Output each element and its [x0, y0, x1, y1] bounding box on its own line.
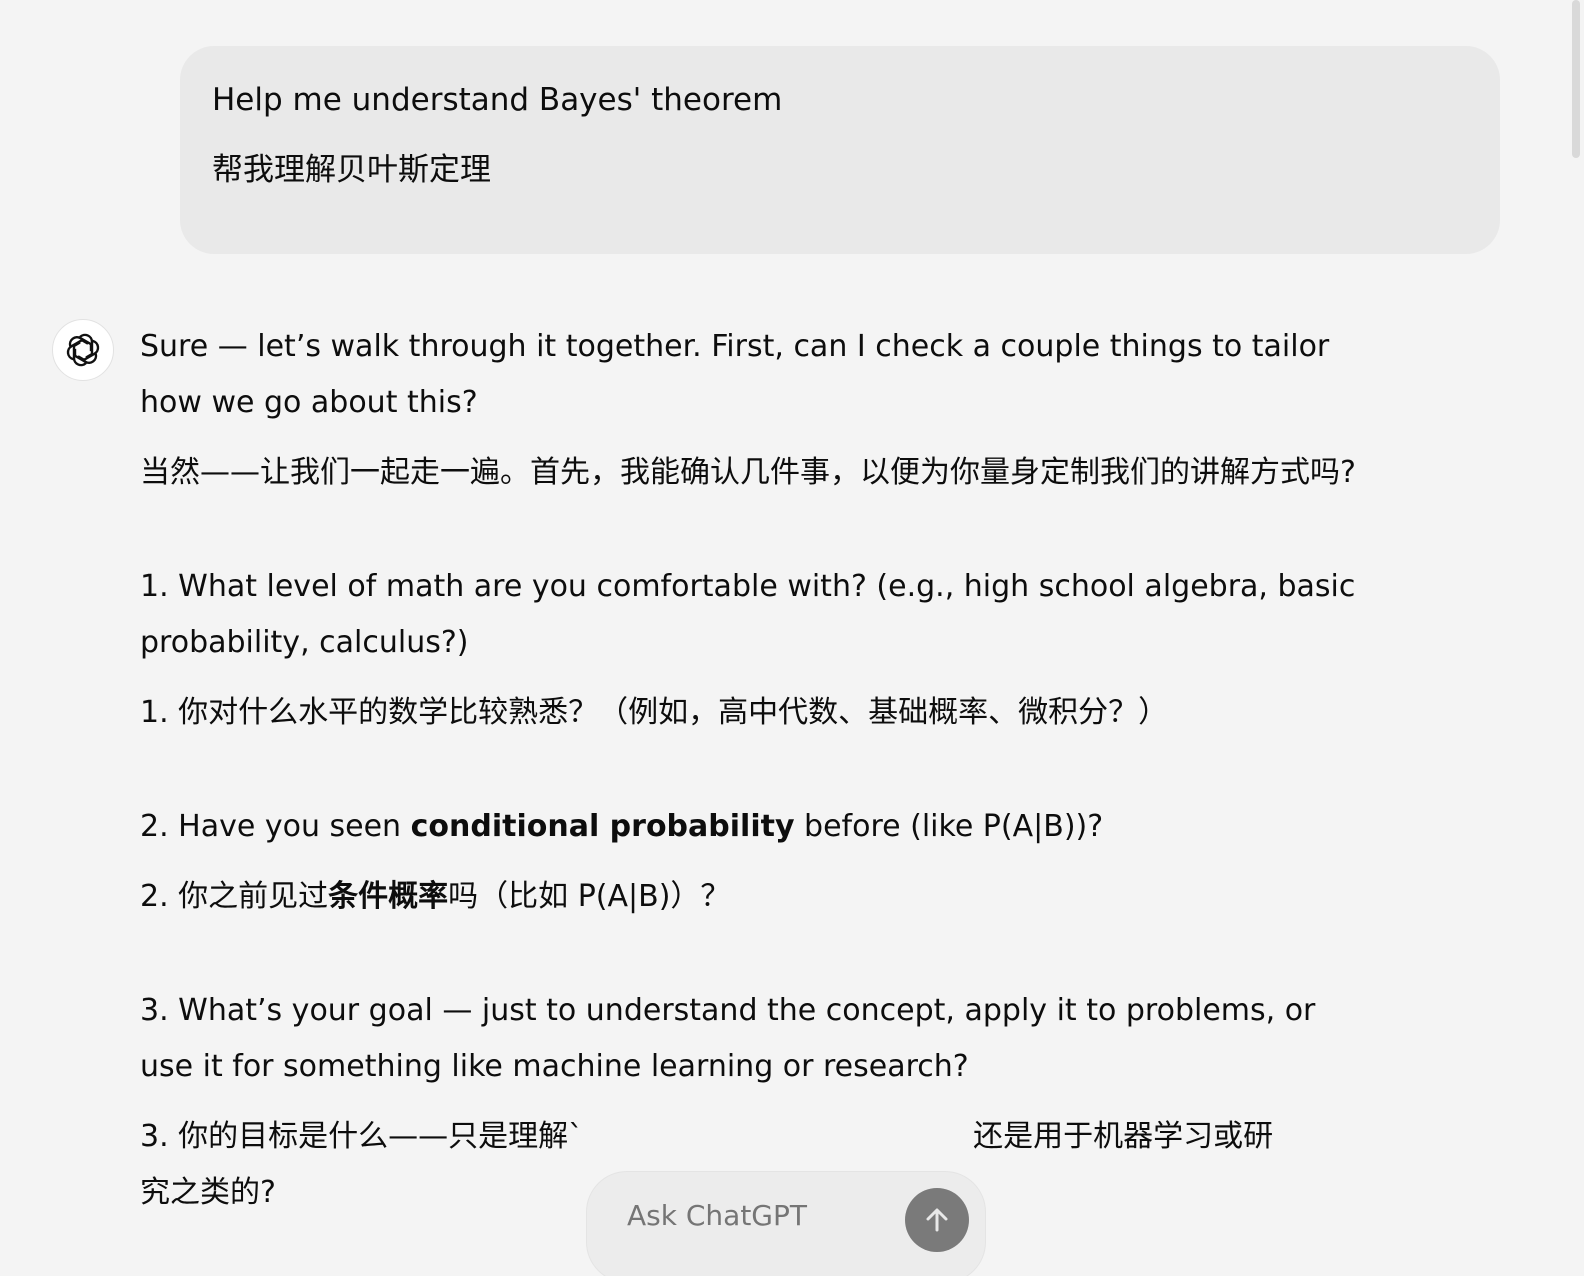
arrow-up-icon — [926, 1208, 948, 1232]
question-3-english: 3. What’s your goal — just to understand… — [140, 993, 1316, 1084]
composer — [587, 1172, 985, 1276]
q2-en-prefix: 2. Have you seen — [140, 809, 411, 844]
prompt-input[interactable] — [627, 1199, 897, 1232]
user-message-chinese: 帮我理解贝叶斯定理 — [212, 152, 491, 188]
intro-chinese: 当然——让我们一起走一遍。首先，我能确认几件事，以便为你量身定制我们的讲解方式吗… — [140, 455, 1356, 490]
q2-zh-bold: 条件概率 — [328, 879, 449, 914]
chat-page: Help me understand Bayes' theorem 帮我理解贝叶… — [0, 0, 1584, 1276]
question-2-english: 2. Have you seen conditional probability… — [140, 799, 1370, 855]
openai-logo-icon — [66, 333, 100, 367]
send-button[interactable] — [905, 1188, 969, 1252]
q2-en-suffix: before (like P(A|B))? — [794, 809, 1104, 844]
assistant-message: Sure — let’s walk through it together. F… — [140, 319, 1370, 1221]
q2-en-bold: conditional probability — [410, 809, 795, 844]
question-1-chinese: 1. 你对什么水平的数学比较熟悉？（例如，高中代数、基础概率、微积分？） — [140, 695, 1169, 730]
q3-zh-line2: 究之类的? — [140, 1175, 276, 1210]
scrollbar-thumb[interactable] — [1572, 0, 1580, 158]
scrollbar[interactable] — [1566, 0, 1584, 1276]
user-message-bubble: Help me understand Bayes' theorem 帮我理解贝叶… — [180, 46, 1500, 254]
q2-zh-suffix: 吗（比如 P(A|B)）？ — [448, 879, 731, 914]
assistant-avatar — [52, 319, 114, 381]
question-2-chinese: 2. 你之前见过条件概率吗（比如 P(A|B)）？ — [140, 869, 1370, 925]
user-message-english: Help me understand Bayes' theorem — [212, 82, 783, 118]
q3-zh-start: 3. 你的目标是什么——只是理解` — [140, 1119, 584, 1154]
q2-zh-prefix: 2. 你之前见过 — [140, 879, 329, 914]
question-1-english: 1. What level of math are you comfortabl… — [140, 569, 1356, 660]
intro-english: Sure — let’s walk through it together. F… — [140, 329, 1330, 420]
q3-zh-end: 还是用于机器学习或研 — [973, 1119, 1274, 1154]
